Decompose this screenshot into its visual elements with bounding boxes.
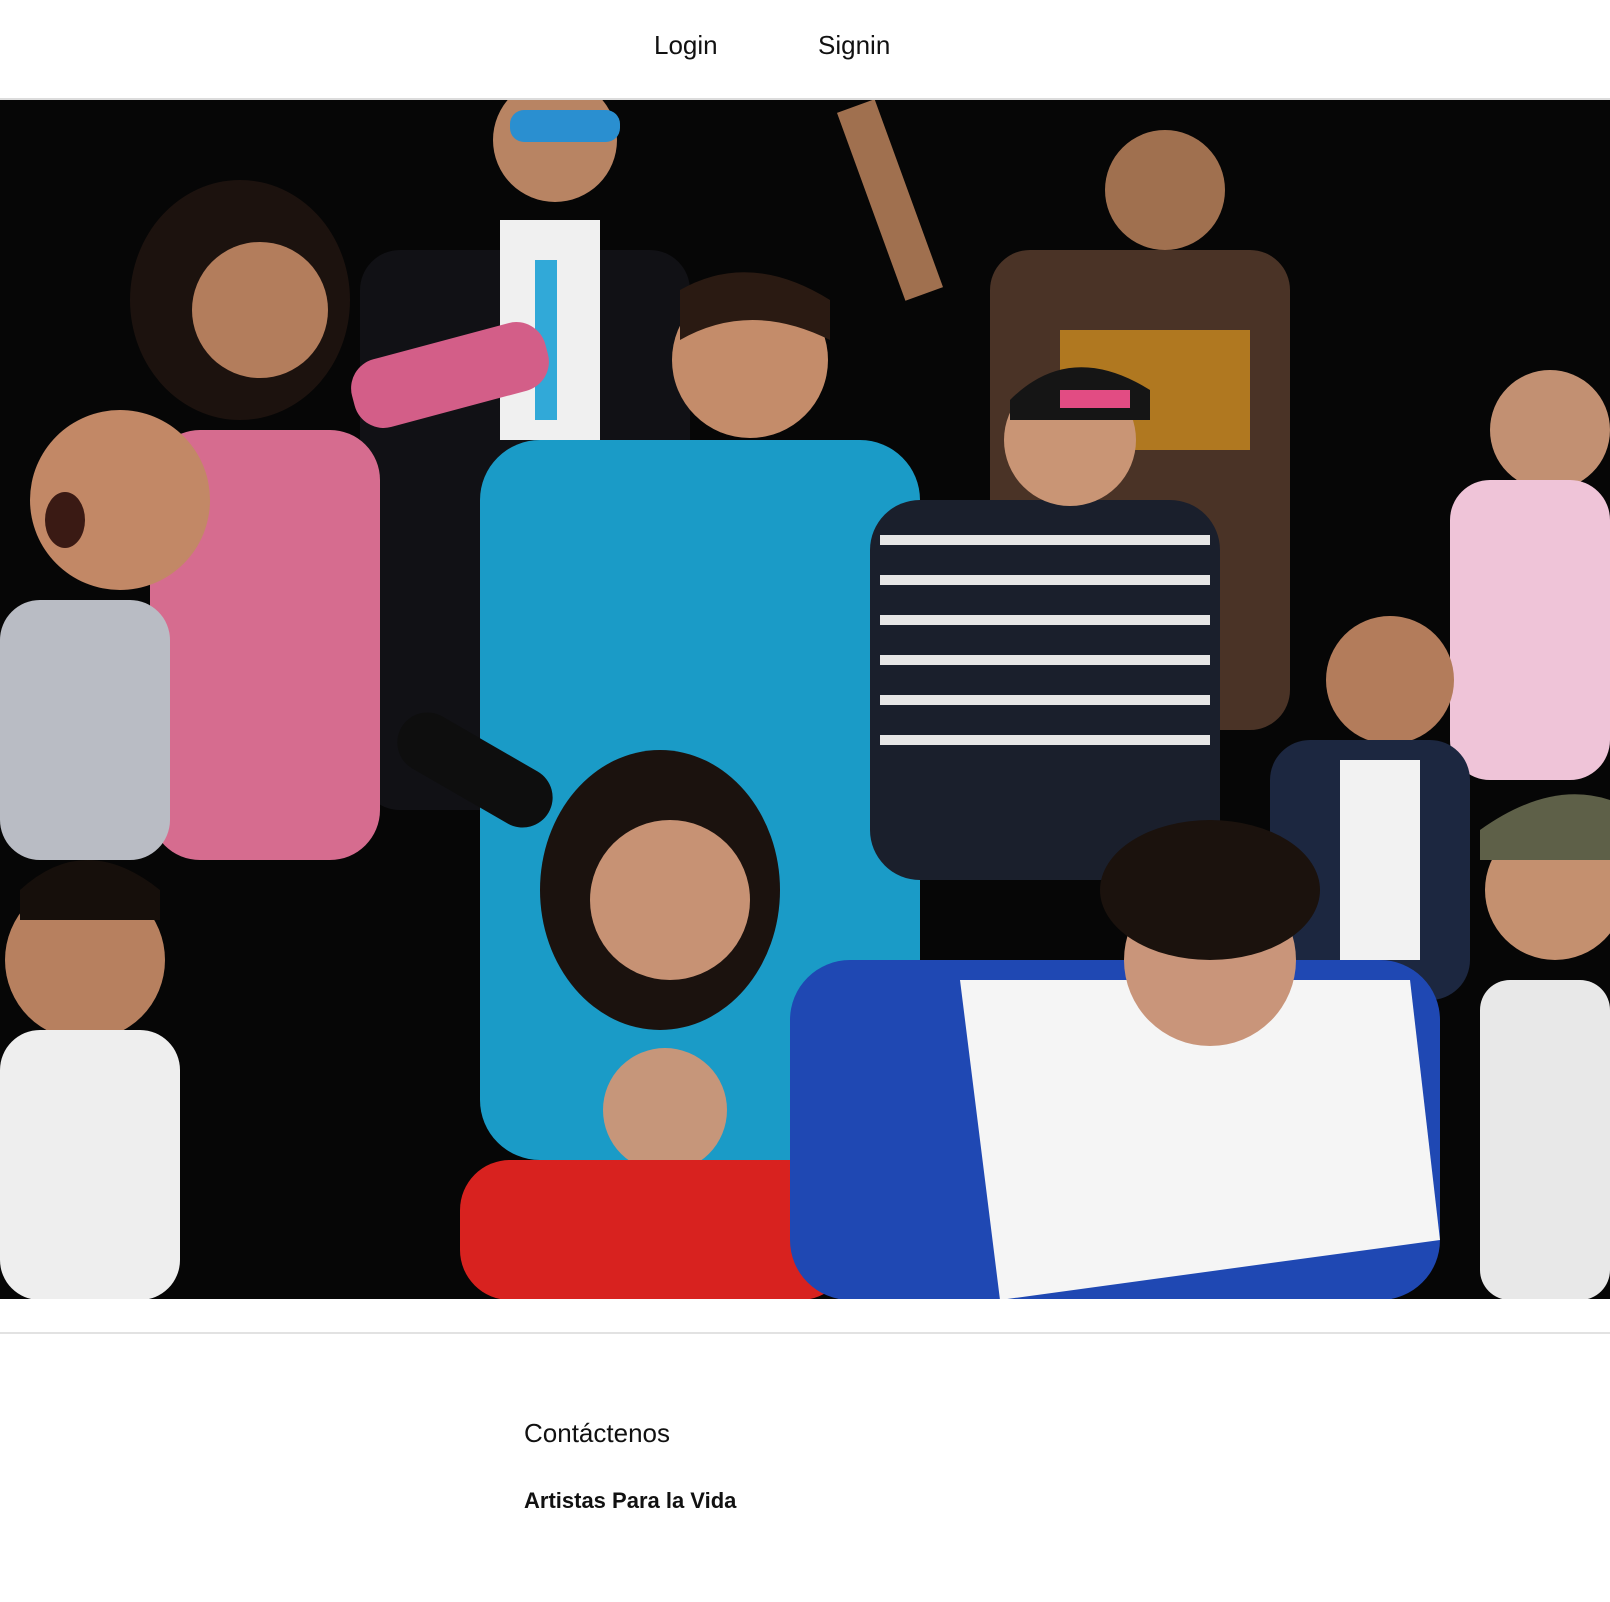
group-photo-illustration (0, 100, 1610, 1299)
signin-link[interactable]: Signin (818, 30, 890, 61)
section-divider (0, 1332, 1610, 1334)
person-boy-mustache (0, 860, 180, 1299)
contact-heading: Contáctenos (524, 1418, 670, 1448)
hero-group-photo (0, 100, 1610, 1299)
person-camo-cap (1480, 794, 1610, 1299)
top-navigation: Login Signin (0, 0, 1610, 100)
login-link[interactable]: Login (654, 30, 718, 61)
organization-name: Artistas Para la Vida (524, 1488, 737, 1513)
